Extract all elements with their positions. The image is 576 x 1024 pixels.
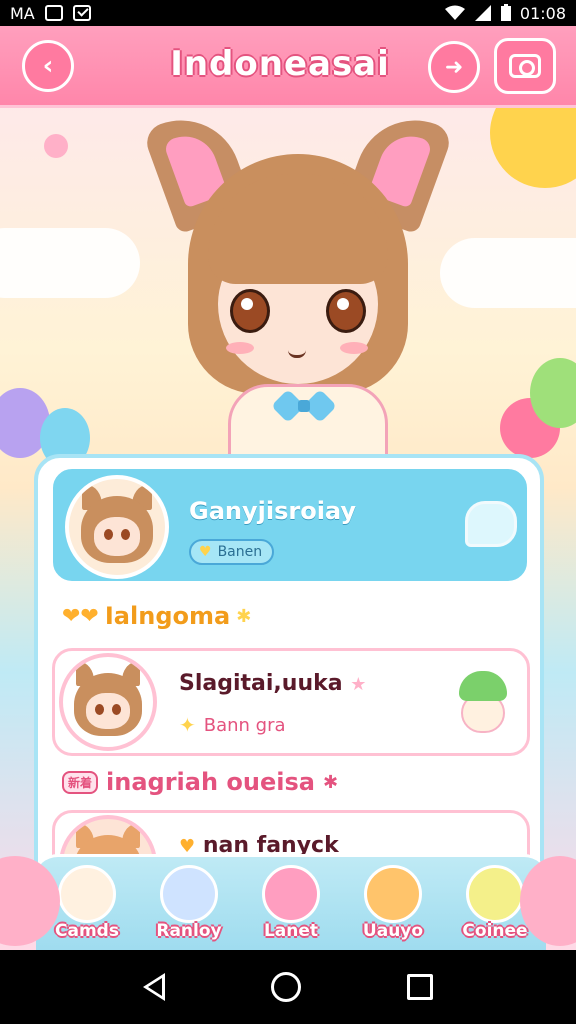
profile-avatar — [65, 475, 169, 579]
bottom-nav: Camds Ranloy Lanet Uauyo Coinee — [36, 854, 546, 950]
nav-item-ranloy[interactable]: Ranloy — [144, 865, 234, 950]
nav-item-lanet[interactable]: Lanet — [246, 865, 336, 950]
page-title: Indoneasai — [170, 44, 390, 84]
mascot-sticker-icon — [455, 671, 511, 737]
section-title: inagriah oueisa — [106, 768, 315, 796]
character-scene — [0, 108, 576, 488]
character-icon — [160, 865, 218, 923]
item-title: Slagitai,uuka ★ — [179, 671, 367, 696]
section-header: 新着 inagriah oueisa ✱ — [62, 768, 338, 796]
star-icon: ✱ — [322, 771, 339, 793]
character-blush — [340, 342, 368, 354]
arrow-right-icon: ➜ — [444, 54, 464, 80]
character-blush — [226, 342, 254, 354]
bird-icon — [466, 865, 524, 923]
nav-label: Coinee — [462, 921, 528, 941]
system-nav-bar — [0, 950, 576, 1024]
speech-bubble-icon[interactable] — [465, 501, 517, 547]
next-button[interactable]: ➜ — [428, 41, 480, 93]
star-icon: ✱ — [236, 605, 252, 627]
profile-badge: ♥ Banen — [189, 539, 275, 565]
nav-label: Uauyo — [362, 921, 424, 941]
character-eye — [326, 289, 366, 333]
sparkle-icon: ✦ — [179, 713, 196, 737]
checkbox-icon — [72, 5, 91, 21]
status-time: 01:08 — [519, 3, 566, 23]
heart-decoration — [44, 134, 68, 158]
back-icon[interactable] — [143, 973, 165, 1001]
cat-icon — [364, 865, 422, 923]
heart-bubble-icon — [262, 865, 320, 923]
profile-name: Ganyjisroiay — [189, 497, 357, 525]
header-bar: ‹ Indoneasai ➜ — [0, 26, 576, 108]
item-avatar — [59, 653, 157, 751]
nav-label: Lanet — [263, 921, 319, 941]
hearts-icon: ❤❤ — [62, 603, 99, 629]
cloud-decoration — [0, 228, 140, 298]
balloon-decoration — [490, 108, 576, 188]
battery-icon — [500, 4, 511, 21]
character-illustration — [141, 108, 455, 488]
star-icon: ★ — [350, 674, 367, 695]
new-tag: 新着 — [62, 770, 99, 794]
character-eye — [230, 289, 270, 333]
notification-box-icon — [44, 5, 63, 21]
nav-label: Camds — [55, 921, 119, 941]
section-header: ❤❤ Ialngoma ✱ — [62, 602, 251, 630]
nav-item-uauyo[interactable]: Uauyo — [348, 865, 438, 950]
profile-card[interactable]: Ganyjisroiay ♥ Banen — [50, 466, 530, 584]
carrier-label: MA — [10, 3, 35, 23]
heart-icon: ♥ — [199, 544, 212, 560]
signal-icon — [474, 5, 491, 21]
back-button[interactable]: ‹ — [22, 40, 74, 92]
chevron-left-icon: ‹ — [42, 51, 54, 81]
app-screen: ‹ Indoneasai ➜ Ganyjisroiay ♥ Banen ❤❤ I… — [0, 26, 576, 950]
camera-icon — [509, 54, 541, 78]
wifi-icon — [444, 5, 465, 20]
bow-decoration — [271, 389, 337, 423]
section-title: Ialngoma — [104, 602, 231, 630]
status-bar: MA 01:08 — [0, 0, 576, 26]
camera-button[interactable] — [494, 38, 556, 94]
chick-icon — [58, 865, 116, 923]
home-icon[interactable] — [271, 972, 301, 1002]
cloud-decoration — [440, 238, 576, 308]
item-subtitle: ✦ Bann gra — [179, 713, 286, 737]
profile-badge-label: Banen — [217, 544, 263, 560]
recents-icon[interactable] — [407, 974, 433, 1000]
nav-label: Ranloy — [156, 921, 222, 941]
list-item[interactable]: Slagitai,uuka ★ ✦ Bann gra — [52, 648, 530, 756]
